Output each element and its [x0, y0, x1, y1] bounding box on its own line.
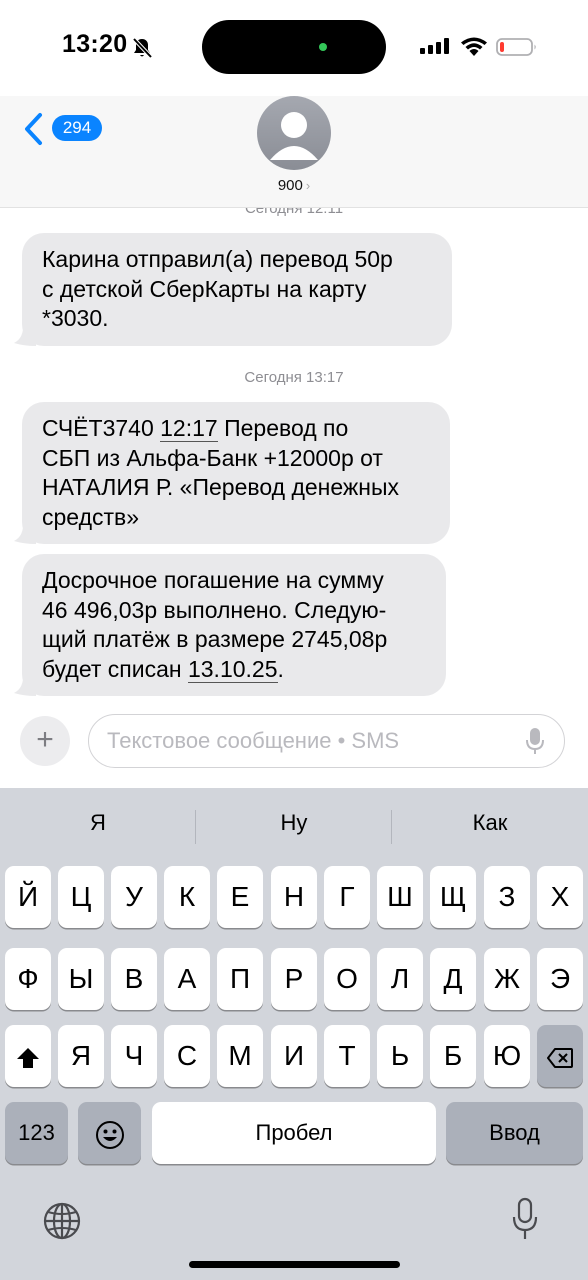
camera-indicator-dot	[319, 43, 327, 51]
key[interactable]: У	[111, 866, 157, 928]
emoji-key[interactable]	[78, 1102, 141, 1164]
key[interactable]: Ф	[5, 948, 51, 1010]
timestamp: Сегодня 13:17	[244, 369, 344, 386]
message-text: Перевод по	[217, 415, 349, 441]
key[interactable]: С	[164, 1025, 210, 1087]
key[interactable]: Р	[271, 948, 317, 1010]
key[interactable]: М	[217, 1025, 263, 1087]
suggestion-item[interactable]: Я	[0, 810, 196, 836]
key[interactable]: Г	[324, 866, 370, 928]
backspace-icon	[547, 1047, 573, 1068]
timestamp: Сегодня 12:11	[244, 208, 344, 217]
contact-name-row[interactable]: 900 ›	[0, 177, 588, 194]
message-thread[interactable]: Сегодня 12:11 Карина отправил(а) перевод…	[0, 208, 588, 708]
space-key[interactable]: Пробел	[152, 1102, 436, 1164]
key[interactable]: Ч	[111, 1025, 157, 1087]
message-bubble[interactable]: Карина отправил(а) перевод 50р с детской…	[14, 233, 452, 346]
key[interactable]: Д	[430, 948, 476, 1010]
emoji-icon	[95, 1120, 124, 1149]
suggestion-item[interactable]: Ну	[196, 810, 392, 836]
key[interactable]: Ш	[377, 866, 423, 928]
key[interactable]: Щ	[430, 866, 476, 928]
home-indicator	[189, 1261, 400, 1268]
bubble-tail	[14, 522, 36, 544]
key[interactable]: Ь	[377, 1025, 423, 1087]
person-silhouette-icon	[270, 112, 318, 160]
status-time: 13:20	[62, 30, 128, 58]
keyboard: Я Ну Как Й Ц У К Е Н Г Ш Щ З Х Ф Ы В А П…	[0, 788, 588, 1280]
unread-count-badge[interactable]: 294	[52, 115, 102, 141]
key[interactable]: Я	[58, 1025, 104, 1087]
message-text: будет списан	[42, 655, 188, 682]
key[interactable]: Э	[537, 948, 583, 1010]
key[interactable]: Т	[324, 1025, 370, 1087]
message-line: СБП из Альфа-Банк +12000р от	[42, 444, 383, 471]
message-text: .	[277, 655, 284, 682]
message-line: средств»	[42, 503, 140, 530]
key[interactable]: Н	[271, 866, 317, 928]
conversation-header: 294 900 ›	[0, 96, 588, 208]
message-line: с детской СберКарты на карту	[42, 275, 367, 302]
message-text: СЧЁТ3740	[42, 415, 161, 441]
dynamic-island	[202, 20, 386, 74]
bell-muted-icon	[132, 37, 153, 59]
key[interactable]: Х	[537, 866, 583, 928]
message-line: Досрочное погашение на сумму	[42, 567, 384, 593]
message-line: щий платёж в размере 2745,08р	[42, 626, 388, 652]
message-line: будет списан 13.10.25.	[42, 655, 426, 685]
key[interactable]: З	[484, 866, 530, 928]
dictation-mic-icon[interactable]	[511, 1197, 539, 1241]
message-bubble[interactable]: СЧЁТ3740 12:17 Перевод по СБП из Альфа-Б…	[14, 402, 450, 544]
suggestion-item[interactable]: Как	[392, 810, 588, 836]
key[interactable]: И	[271, 1025, 317, 1087]
message-line: *3030.	[42, 305, 109, 331]
time-link[interactable]: 12:17	[160, 415, 218, 442]
chevron-right-icon: ›	[305, 178, 311, 193]
message-input[interactable]	[107, 725, 507, 757]
message-bubble[interactable]: Досрочное погашение на сумму 46 496,03р …	[14, 554, 446, 696]
key[interactable]: Ц	[58, 866, 104, 928]
wifi-icon	[461, 37, 487, 56]
cellular-signal-icon	[420, 38, 449, 54]
message-field[interactable]	[88, 714, 565, 768]
globe-icon[interactable]	[42, 1201, 82, 1241]
contact-avatar[interactable]	[257, 96, 331, 170]
shift-key[interactable]	[5, 1025, 51, 1087]
key[interactable]: Ю	[484, 1025, 530, 1087]
suggestion-bar: Я Ну Как	[0, 788, 588, 864]
bubble-tail	[14, 323, 36, 346]
status-bar: 13:20	[0, 0, 588, 96]
apps-plus-button[interactable]: +	[20, 716, 70, 766]
numbers-key[interactable]: 123	[5, 1102, 68, 1164]
dictation-mic-icon[interactable]	[525, 727, 545, 755]
message-line: НАТАЛИЯ Р. «Перевод денежных	[42, 474, 400, 500]
message-line: 46 496,03р выполнено. Следую-	[42, 596, 387, 623]
return-key[interactable]: Ввод	[446, 1102, 583, 1164]
key[interactable]: К	[164, 866, 210, 928]
plus-icon: +	[36, 723, 54, 756]
contact-name: 900	[277, 177, 303, 194]
key[interactable]: Л	[377, 948, 423, 1010]
message-line: Карина отправил(а) перевод 50р	[42, 246, 393, 272]
shift-arrow-icon	[17, 1047, 39, 1068]
key[interactable]: Б	[430, 1025, 476, 1087]
key[interactable]: А	[164, 948, 210, 1010]
date-link[interactable]: 13.10.25	[187, 655, 278, 683]
key[interactable]: О	[324, 948, 370, 1010]
key[interactable]: П	[217, 948, 263, 1010]
key[interactable]: Ы	[58, 948, 104, 1010]
backspace-key[interactable]	[537, 1025, 583, 1087]
message-line: СЧЁТ3740 12:17 Перевод по	[42, 414, 430, 444]
bubble-tail	[14, 674, 36, 696]
key[interactable]: Й	[5, 866, 51, 928]
key[interactable]: В	[111, 948, 157, 1010]
battery-low-icon	[496, 38, 536, 56]
key[interactable]: Е	[217, 866, 263, 928]
key[interactable]: Ж	[484, 948, 530, 1010]
back-chevron-icon[interactable]	[22, 112, 46, 146]
